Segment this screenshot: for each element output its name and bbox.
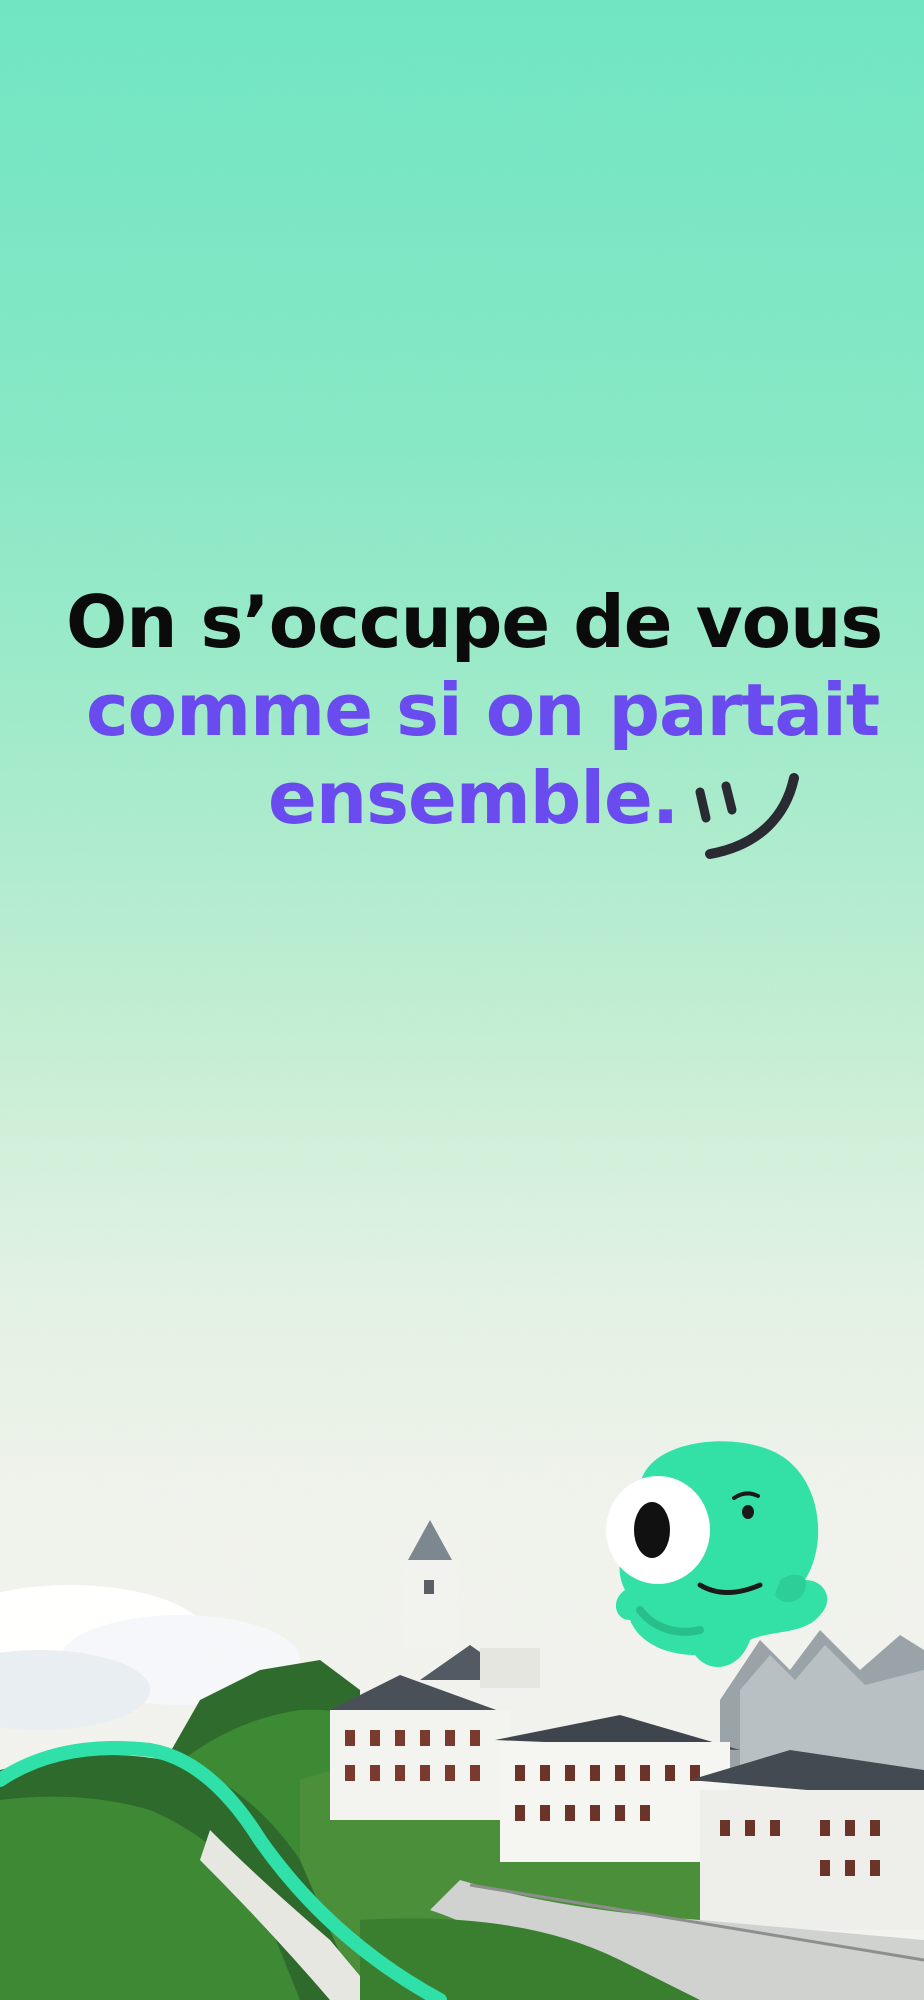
wink-smiley-icon [695,773,799,859]
green-eyeball-mascot [606,1441,828,1667]
headline-line-1: On s’occupe de vous [66,580,883,664]
headline-line-2: comme si on partait [86,668,880,752]
headline-line-3: ensemble. [268,756,679,840]
onboarding-screen: On s’occupe de vous comme si on partait … [0,0,924,2000]
